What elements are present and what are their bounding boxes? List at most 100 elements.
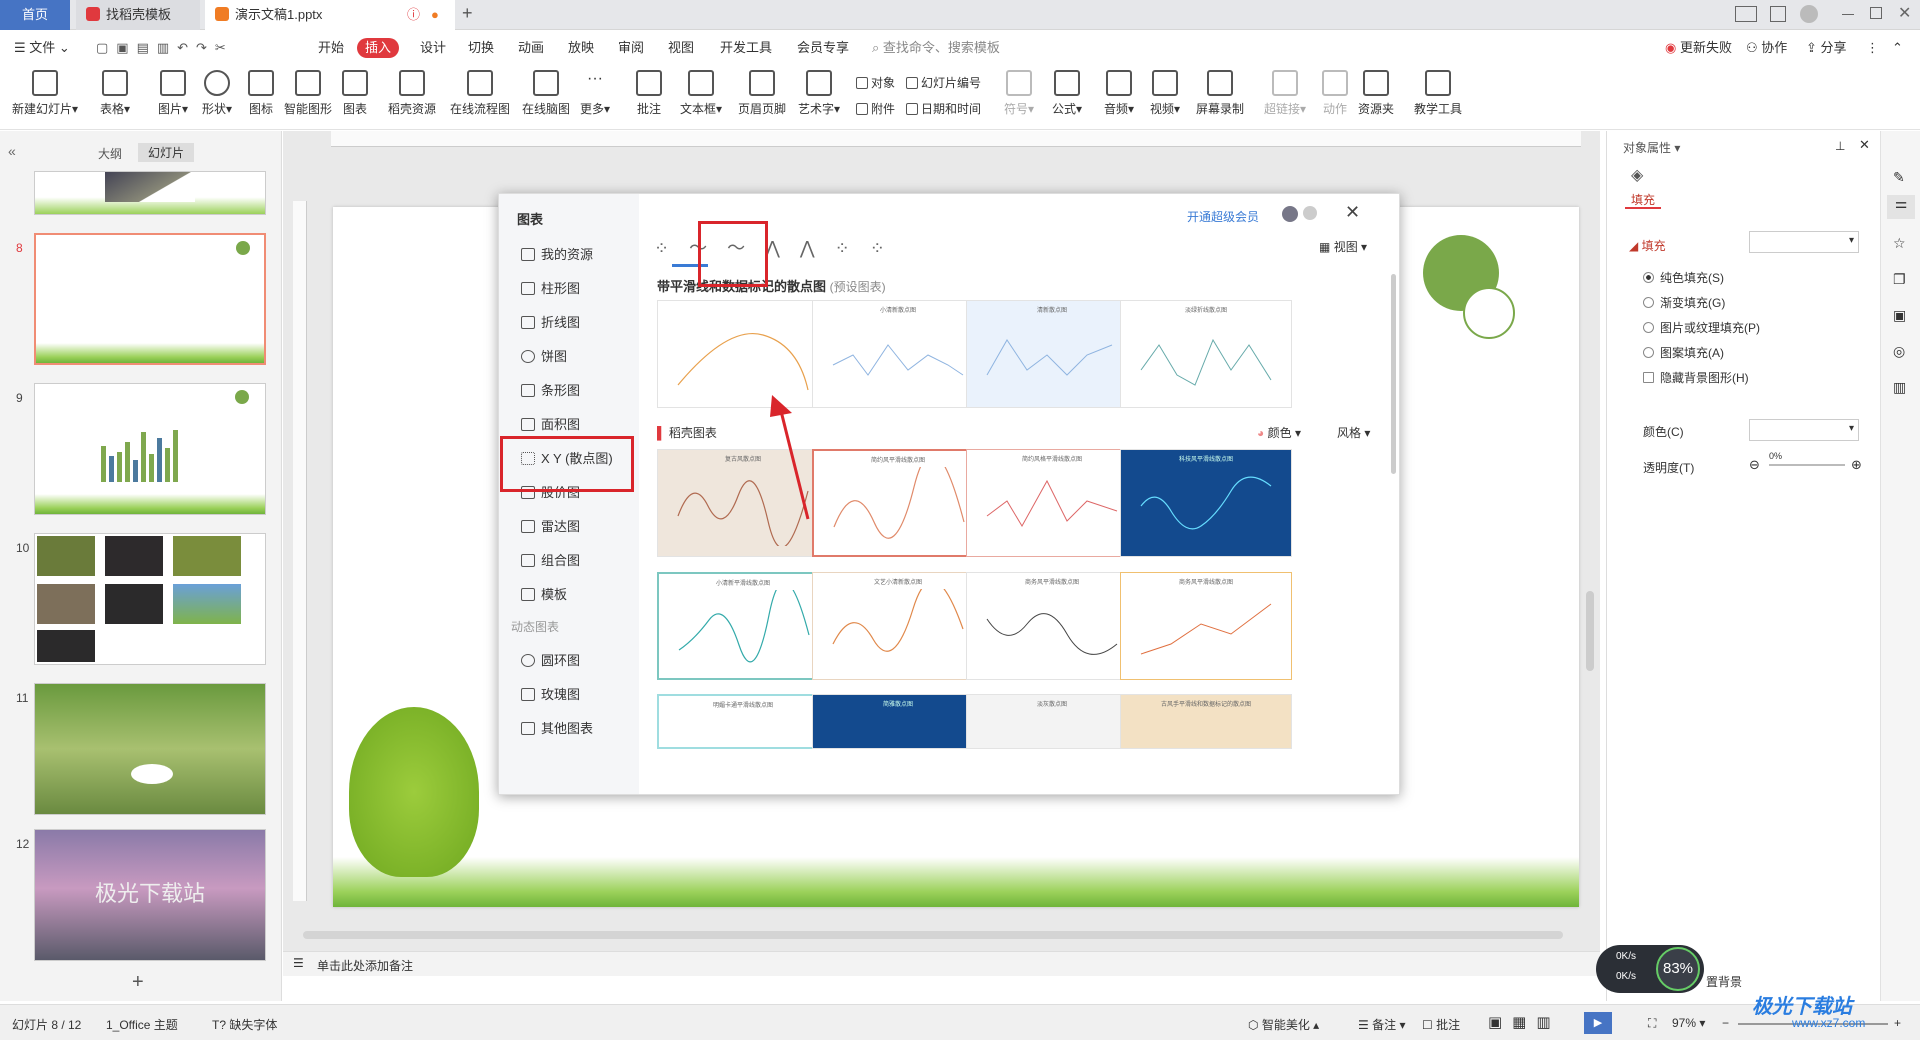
vip-link[interactable]: 开通超级会员 (1187, 208, 1259, 225)
textbox-button[interactable]: 文本框▾ (680, 70, 722, 117)
transparency-slider[interactable] (1769, 464, 1845, 466)
theme-name[interactable]: 1_Office 主题 (106, 1016, 178, 1033)
object-button[interactable]: 对象 (856, 74, 895, 91)
apps-icon[interactable] (1770, 6, 1786, 22)
tab-slides[interactable]: 幻灯片 (138, 143, 195, 162)
transparency-minus-icon[interactable]: ⊖ (1749, 457, 1760, 473)
tab-home[interactable]: 首页 (0, 0, 70, 30)
fill-preset-dropdown[interactable]: ▾ (1749, 231, 1859, 253)
icon-button[interactable]: 图标 (248, 70, 274, 117)
properties-icon[interactable]: ⚌ (1887, 195, 1915, 219)
action-button[interactable]: 动作 (1322, 70, 1348, 117)
slide-thumb-8[interactable] (34, 233, 266, 365)
menu-start[interactable]: 开始 (318, 38, 344, 58)
docer-resource-button[interactable]: 稻壳资源 (388, 70, 436, 117)
quick-access-icons[interactable]: ▢▣▤▥↶↷✂ (96, 38, 234, 58)
pin-tool-icon[interactable]: ☆ (1893, 235, 1906, 252)
more-menu-icon[interactable]: ⋮ (1866, 38, 1879, 58)
image-tool-icon[interactable]: ▣ (1893, 307, 1906, 324)
preset-chart-card[interactable]: 清新散点图 (966, 300, 1138, 408)
docer-chart-card[interactable]: 商务风平滑线散点图 (966, 572, 1138, 680)
menu-member[interactable]: 会员专享 (797, 38, 849, 58)
pane-title[interactable]: 对象属性 ▾ (1623, 139, 1680, 156)
user-avatar[interactable] (1282, 206, 1298, 222)
new-slide-button[interactable]: 新建幻灯片▾ (12, 70, 78, 117)
docer-chart-card[interactable]: 简雅散点图 (812, 694, 984, 749)
audio-button[interactable]: 音频▾ (1104, 70, 1134, 117)
fill-section[interactable]: ◢ 填充 (1629, 237, 1666, 254)
preset-chart-card[interactable]: 小清新散点图 (812, 300, 984, 408)
mindmap-button[interactable]: 在线脑图 (522, 70, 570, 117)
cat-template[interactable]: 模板 (521, 584, 567, 603)
chart-button[interactable]: 图表 (342, 70, 368, 117)
vertical-scrollbar[interactable] (1586, 591, 1594, 671)
color-dropdown[interactable]: ▾ (1749, 419, 1859, 441)
zoom-level[interactable]: 97% ▾ (1672, 1016, 1705, 1030)
menu-view[interactable]: 视图 (668, 38, 694, 58)
docer-chart-card[interactable]: 小清新平滑线散点图 (657, 572, 829, 680)
radio-picture-fill[interactable]: 图片或纹理填充(P) (1643, 319, 1760, 336)
flowchart-button[interactable]: 在线流程图 (450, 70, 510, 117)
pane-close-icon[interactable]: ✕ (1859, 137, 1870, 153)
screen-record-button[interactable]: 屏幕录制 (1196, 70, 1244, 117)
fill-tab[interactable]: 填充 (1631, 191, 1655, 208)
smartart-button[interactable]: 智能图形 (284, 70, 332, 117)
table-button[interactable]: 表格▾ (100, 70, 130, 117)
picture-button[interactable]: 图片▾ (158, 70, 188, 117)
pin-icon[interactable]: ⊥ (1835, 139, 1845, 153)
horizontal-scrollbar[interactable] (303, 931, 1563, 939)
cat-bar[interactable]: 条形图 (521, 380, 580, 399)
radio-solid-fill[interactable]: 纯色填充(S) (1643, 269, 1724, 286)
minimize-icon[interactable] (1842, 14, 1854, 15)
docer-chart-card[interactable]: 商务风平滑线散点图 (1120, 572, 1292, 680)
share-button[interactable]: ⇪ 分享 (1806, 38, 1847, 58)
zoom-in-icon[interactable]: + (1894, 1016, 1901, 1030)
datetime-button[interactable]: 日期和时间 (906, 100, 981, 117)
ai-icon[interactable]: ✎ (1893, 169, 1905, 186)
cat-pie[interactable]: 饼图 (521, 346, 567, 365)
docer-chart-card[interactable]: 古风手平滑线和数据标记的散点图 (1120, 694, 1292, 749)
resource-folder-button[interactable]: 资源夹 (1358, 70, 1394, 117)
missing-font[interactable]: T? 缺失字体 (212, 1016, 277, 1033)
header-footer-button[interactable]: 页眉页脚 (738, 70, 786, 117)
maximize-icon[interactable] (1870, 7, 1882, 19)
smart-beautify[interactable]: ⬡ 智能美化 ▴ (1248, 1016, 1319, 1033)
menu-design[interactable]: 设计 (420, 38, 446, 58)
attachment-button[interactable]: 附件 (856, 100, 895, 117)
cat-column[interactable]: 柱形图 (521, 278, 580, 297)
menu-slideshow[interactable]: 放映 (568, 38, 594, 58)
slide-thumb-12[interactable]: 极光下载站 (34, 829, 266, 961)
avatar[interactable] (1800, 5, 1818, 23)
cat-radar[interactable]: 雷达图 (521, 516, 580, 535)
comment-toggle[interactable]: ☐ 批注 (1422, 1016, 1460, 1033)
collab-button[interactable]: ⚇ 协作 (1746, 38, 1787, 58)
file-menu[interactable]: ☰ 文件 ⌄ (14, 38, 70, 58)
cat-rose[interactable]: 玫瑰图 (521, 684, 580, 703)
docer-chart-card[interactable]: 明媚卡通平滑线散点图 (657, 694, 829, 749)
collapse-ribbon-icon[interactable]: ⌃ (1892, 38, 1903, 58)
location-icon[interactable]: ◎ (1893, 343, 1905, 360)
preset-chart-card[interactable] (657, 300, 829, 408)
copy-icon[interactable]: ❐ (1893, 271, 1906, 288)
notes-toggle[interactable]: ☰ 备注 ▾ (1358, 1016, 1405, 1033)
video-button[interactable]: 视频▾ (1150, 70, 1180, 117)
cat-other[interactable]: 其他图表 (521, 718, 593, 737)
notes-bar[interactable]: ☰ 单击此处添加备注 (283, 951, 1600, 976)
more-button[interactable]: ··· 更多▾ (580, 70, 610, 117)
formula-button[interactable]: 公式▾ (1052, 70, 1082, 117)
add-slide-button[interactable]: + (132, 971, 144, 994)
tab-outline[interactable]: 大纲 (98, 145, 122, 162)
slide-thumb-7[interactable] (34, 171, 266, 215)
symbol-button[interactable]: 符号▾ (1004, 70, 1034, 117)
menu-developer[interactable]: 开发工具 (720, 38, 772, 58)
tab-document[interactable]: 演示文稿1.pptx ⓘ ● (205, 0, 455, 30)
view-mode-icons[interactable]: ▣▦▥ (1488, 1013, 1561, 1031)
layout-icon[interactable] (1735, 6, 1757, 22)
wordart-button[interactable]: 艺术字▾ (798, 70, 840, 117)
cat-my-resources[interactable]: 我的资源 (521, 244, 593, 263)
cat-area[interactable]: 面积图 (521, 414, 580, 433)
menu-insert[interactable]: 插入 (357, 38, 400, 58)
docer-chart-card[interactable]: 淡灰散点图 (966, 694, 1138, 749)
menu-review[interactable]: 审阅 (618, 38, 644, 58)
docer-chart-card[interactable]: 简约风格平滑线散点图 (966, 449, 1138, 557)
